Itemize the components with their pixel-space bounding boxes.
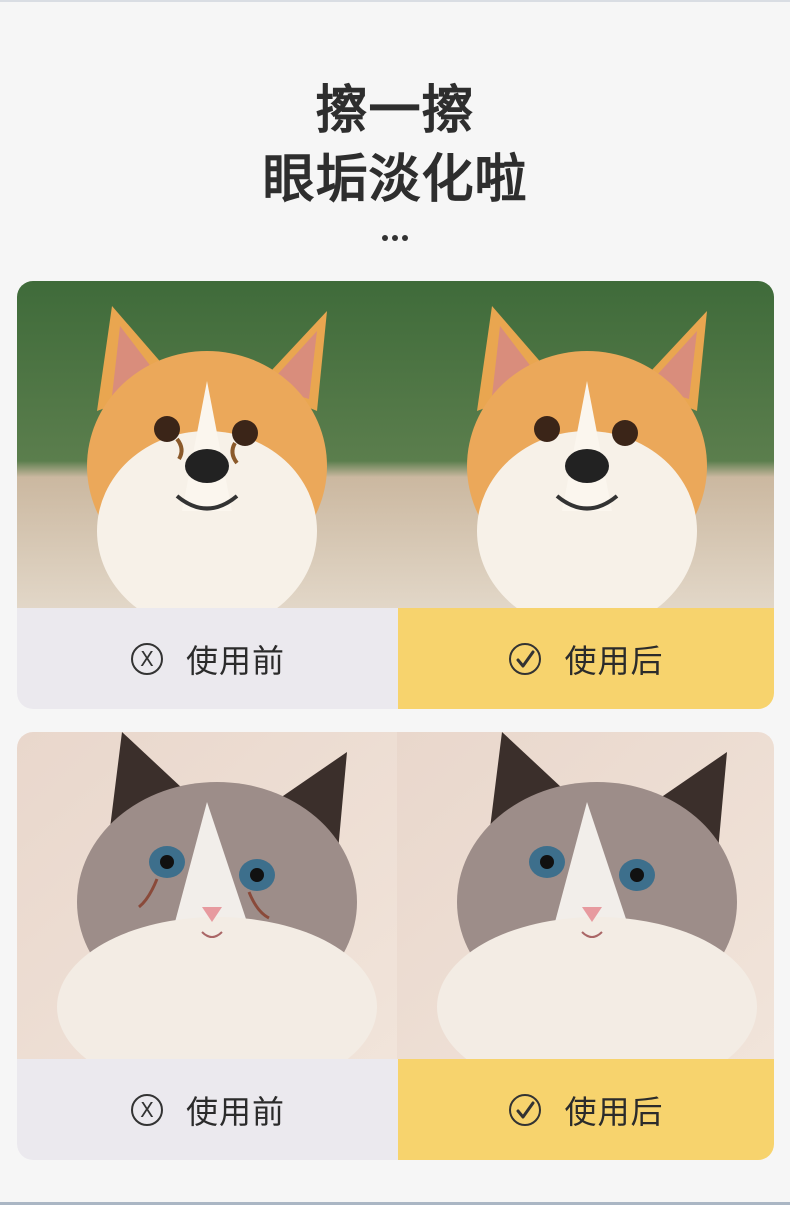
ellipsis-dots [0, 235, 790, 241]
before-label-text: 使用前 [185, 641, 285, 680]
comparison-card-cat: X 使用前 使用后 [17, 732, 774, 1160]
headline-line-2: 眼垢淡化啦 [262, 150, 528, 210]
comparison-card-dog: X 使用前 使用后 [17, 281, 774, 709]
svg-text:X: X [140, 1098, 154, 1122]
svg-text:X: X [140, 647, 154, 671]
before-label: X 使用前 [17, 608, 398, 709]
x-circle-icon: X [130, 1093, 163, 1126]
x-circle-icon: X [130, 642, 163, 675]
before-label: X 使用前 [17, 1059, 398, 1160]
cat-photo-before [17, 732, 397, 1059]
dog-photo-before [17, 281, 397, 608]
after-label-text: 使用后 [564, 1092, 664, 1131]
dog-photo-after [397, 281, 774, 608]
before-label-text: 使用前 [185, 1092, 285, 1131]
after-label: 使用后 [398, 1059, 774, 1160]
top-divider [0, 0, 790, 2]
after-label: 使用后 [398, 608, 774, 709]
headline: 擦一擦 眼垢淡化啦 [0, 78, 790, 216]
check-circle-icon [509, 642, 542, 675]
check-circle-icon [509, 1093, 542, 1126]
headline-line-1: 擦一擦 [315, 81, 475, 141]
after-label-text: 使用后 [564, 641, 664, 680]
cat-photo-after [397, 732, 774, 1059]
